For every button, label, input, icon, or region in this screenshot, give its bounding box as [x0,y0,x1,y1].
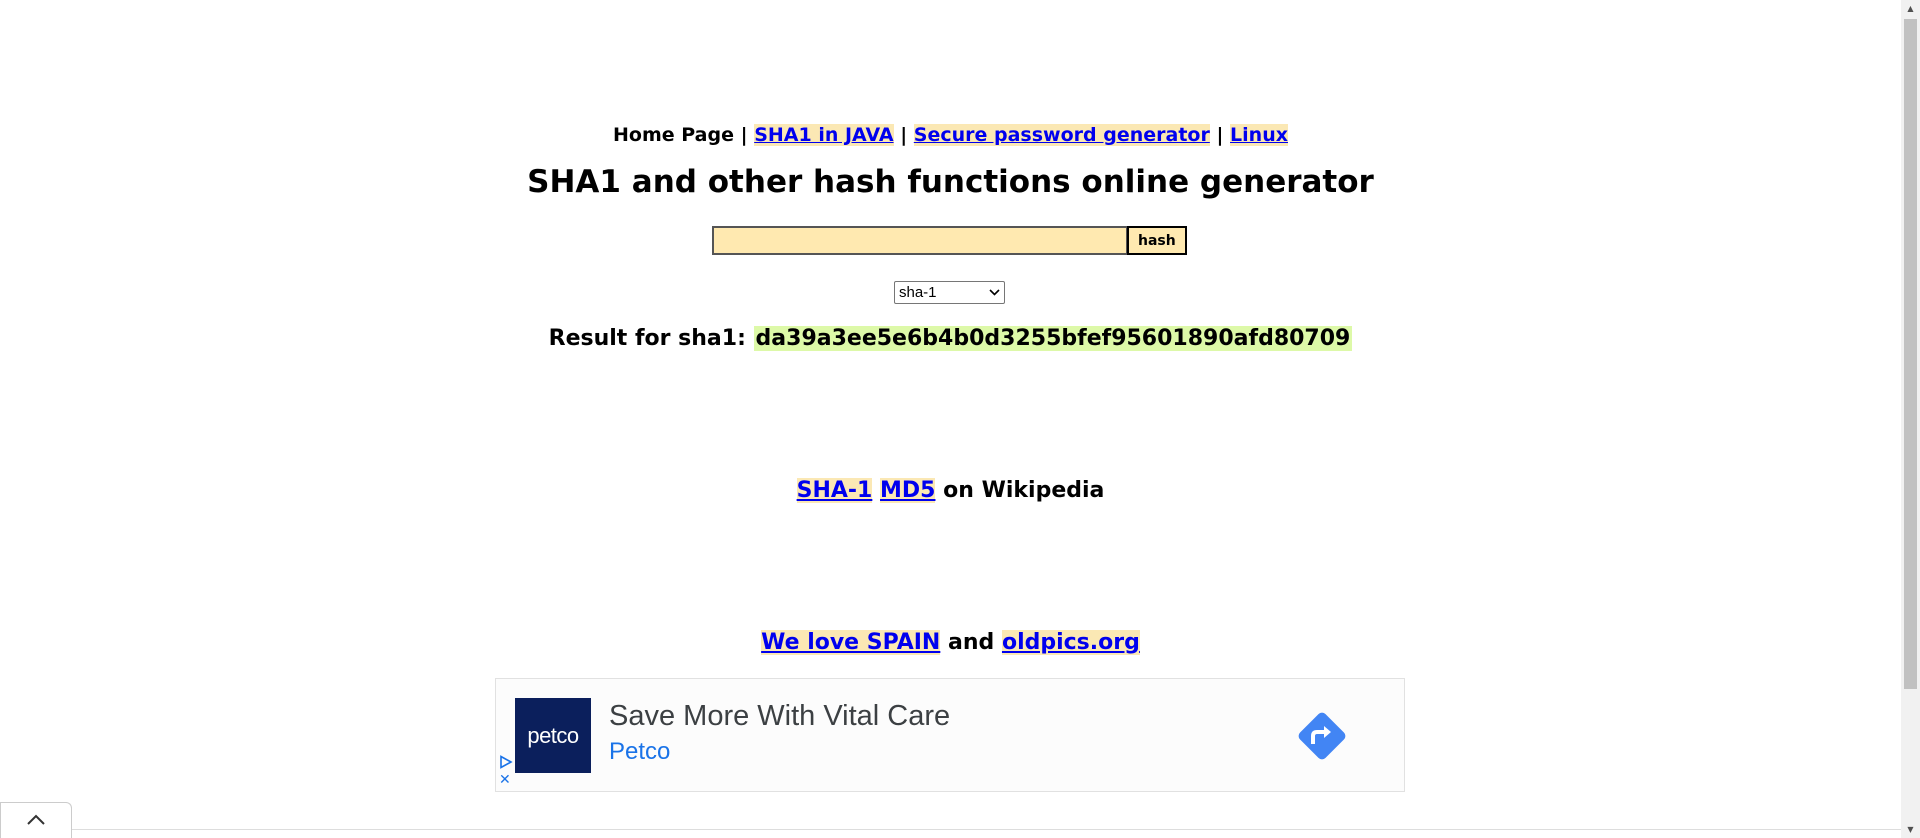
collapse-toggle[interactable] [0,802,72,838]
page-title: SHA1 and other hash functions online gen… [527,164,1374,200]
nav-link-sha1-java[interactable]: SHA1 in JAVA [754,124,894,146]
wiki-suffix: on Wikipedia [943,478,1105,503]
hash-text-input[interactable] [712,226,1128,255]
nav-link-password-generator[interactable]: Secure password generator [913,124,1210,146]
nav-separator: | [1216,124,1224,146]
wiki-link-sha1[interactable]: SHA-1 [796,478,873,503]
page: Home Page | SHA1 in JAVA | Secure passwo… [0,0,1901,838]
hash-result: Result for sha1: da39a3ee5e6b4b0d3255bfe… [0,326,1901,351]
directions-arrow-icon[interactable] [1292,706,1352,766]
algorithm-select-value: sha-1 [899,284,937,301]
scroll-up-arrow-icon[interactable]: ▲ [1901,0,1920,17]
hash-button[interactable]: hash [1127,226,1187,255]
hash-form: hash [712,226,1187,255]
petco-logo: petco [515,698,591,773]
ad-banner[interactable]: petco Save More With Vital Care Petco ✕ [495,678,1405,792]
promo-link-oldpics[interactable]: oldpics.org [1001,630,1140,655]
scroll-down-arrow-icon[interactable]: ▼ [1901,821,1920,838]
bottom-divider [0,829,1901,830]
nav-home-label: Home Page [613,124,734,146]
nav-separator: | [900,124,908,146]
ad-advertiser[interactable]: Petco [609,738,670,766]
chevron-down-icon [989,288,1000,299]
chevron-up-icon [26,811,46,830]
adchoices-icon[interactable] [499,754,513,769]
algorithm-select[interactable]: sha-1 [894,281,1005,304]
wikipedia-links: SHA-1 MD5 on Wikipedia [0,478,1901,503]
ad-headline[interactable]: Save More With Vital Care [609,700,950,733]
result-value: da39a3ee5e6b4b0d3255bfef95601890afd80709 [753,326,1353,351]
wiki-link-md5[interactable]: MD5 [880,478,936,503]
promo-link-spain[interactable]: We love SPAIN [761,630,941,655]
result-label: Result for sha1: [548,326,746,351]
nav-separator: | [740,124,748,146]
nav-link-linux[interactable]: Linux [1230,124,1288,146]
promo-and: and [948,630,995,655]
vertical-scrollbar[interactable]: ▲ ▼ [1901,0,1920,838]
ad-close-icon[interactable]: ✕ [499,773,511,787]
promo-links: We love SPAIN and oldpics.org [0,630,1901,655]
scrollbar-thumb[interactable] [1904,19,1917,689]
top-navigation: Home Page | SHA1 in JAVA | Secure passwo… [0,124,1901,146]
